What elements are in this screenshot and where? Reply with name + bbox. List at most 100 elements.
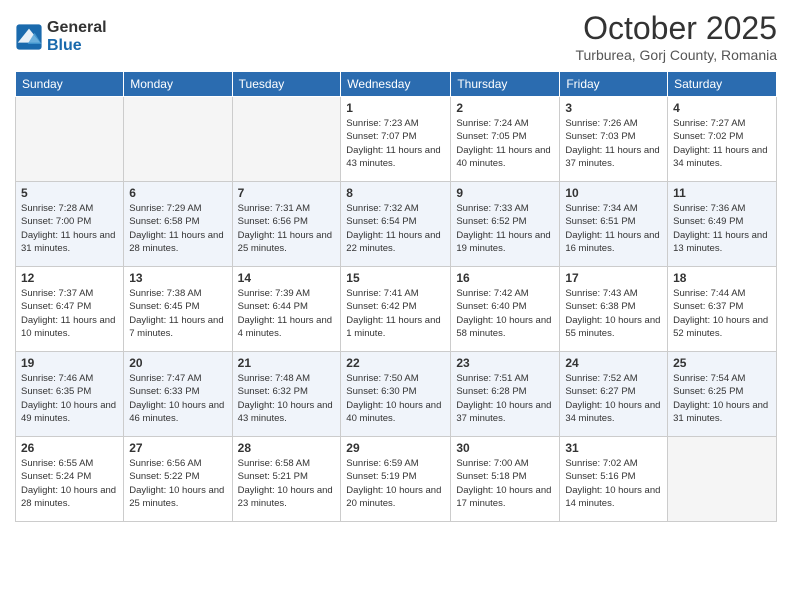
calendar-cell: 16 Sunrise: 7:42 AM Sunset: 6:40 PM Dayli… bbox=[451, 267, 560, 352]
calendar-cell: 8 Sunrise: 7:32 AM Sunset: 6:54 PM Daylig… bbox=[341, 182, 451, 267]
day-info: Sunrise: 7:33 AM Sunset: 6:52 PM Dayligh… bbox=[456, 202, 554, 255]
day-number: 18 bbox=[673, 271, 771, 285]
calendar-cell: 2Sunrise: 7:24 AM Sunset: 7:05 PM Daylig… bbox=[451, 97, 560, 182]
day-number: 21 bbox=[238, 356, 336, 370]
calendar-cell: 24 Sunrise: 7:52 AM Sunset: 6:27 PM Dayli… bbox=[560, 352, 668, 437]
day-info: Sunrise: 6:56 AM Sunset: 5:22 PM Dayligh… bbox=[129, 457, 226, 510]
day-number: 7 bbox=[238, 186, 336, 200]
day-info: Sunrise: 7:36 AM Sunset: 6:49 PM Dayligh… bbox=[673, 202, 771, 255]
day-number: 22 bbox=[346, 356, 445, 370]
calendar-cell: 21 Sunrise: 7:48 AM Sunset: 6:32 PM Dayli… bbox=[232, 352, 341, 437]
calendar-cell: 7 Sunrise: 7:31 AM Sunset: 6:56 PM Daylig… bbox=[232, 182, 341, 267]
calendar-cell bbox=[232, 97, 341, 182]
day-number: 30 bbox=[456, 441, 554, 455]
logo-general: General bbox=[47, 19, 107, 37]
day-info: Sunrise: 7:48 AM Sunset: 6:32 PM Dayligh… bbox=[238, 372, 336, 425]
day-info: Sunrise: 7:42 AM Sunset: 6:40 PM Dayligh… bbox=[456, 287, 554, 340]
calendar-cell: 11 Sunrise: 7:36 AM Sunset: 6:49 PM Dayli… bbox=[668, 182, 777, 267]
day-info: Sunrise: 7:41 AM Sunset: 6:42 PM Dayligh… bbox=[346, 287, 445, 340]
calendar-cell: 14Sunrise: 7:39 AM Sunset: 6:44 PM Dayli… bbox=[232, 267, 341, 352]
day-number: 24 bbox=[565, 356, 662, 370]
calendar-cell: 17 Sunrise: 7:43 AM Sunset: 6:38 PM Dayli… bbox=[560, 267, 668, 352]
calendar-cell: 13 Sunrise: 7:38 AM Sunset: 6:45 PM Dayli… bbox=[124, 267, 232, 352]
day-number: 31 bbox=[565, 441, 662, 455]
weekday-header-friday: Friday bbox=[560, 72, 668, 97]
calendar-cell: 26 Sunrise: 6:55 AM Sunset: 5:24 PM Dayli… bbox=[16, 437, 124, 522]
calendar-cell bbox=[124, 97, 232, 182]
day-info: Sunrise: 7:02 AM Sunset: 5:16 PM Dayligh… bbox=[565, 457, 662, 510]
day-info: Sunrise: 7:34 AM Sunset: 6:51 PM Dayligh… bbox=[565, 202, 662, 255]
day-info: Sunrise: 7:31 AM Sunset: 6:56 PM Dayligh… bbox=[238, 202, 336, 255]
logo-blue: Blue bbox=[47, 37, 107, 55]
month-title: October 2025 bbox=[575, 10, 777, 47]
calendar-cell: 4Sunrise: 7:27 AM Sunset: 7:02 PM Daylig… bbox=[668, 97, 777, 182]
day-info: Sunrise: 7:32 AM Sunset: 6:54 PM Dayligh… bbox=[346, 202, 445, 255]
calendar-cell: 1 Sunrise: 7:23 AM Sunset: 7:07 PM Daylig… bbox=[341, 97, 451, 182]
calendar-cell: 22 Sunrise: 7:50 AM Sunset: 6:30 PM Dayli… bbox=[341, 352, 451, 437]
calendar-cell: 27 Sunrise: 6:56 AM Sunset: 5:22 PM Dayli… bbox=[124, 437, 232, 522]
day-number: 26 bbox=[21, 441, 118, 455]
weekday-header-tuesday: Tuesday bbox=[232, 72, 341, 97]
day-info: Sunrise: 6:55 AM Sunset: 5:24 PM Dayligh… bbox=[21, 457, 118, 510]
day-number: 5 bbox=[21, 186, 118, 200]
day-number: 14 bbox=[238, 271, 336, 285]
weekday-header-saturday: Saturday bbox=[668, 72, 777, 97]
calendar-cell: 15 Sunrise: 7:41 AM Sunset: 6:42 PM Dayli… bbox=[341, 267, 451, 352]
weekday-header-thursday: Thursday bbox=[451, 72, 560, 97]
weekday-header-wednesday: Wednesday bbox=[341, 72, 451, 97]
weekday-header-monday: Monday bbox=[124, 72, 232, 97]
day-info: Sunrise: 7:52 AM Sunset: 6:27 PM Dayligh… bbox=[565, 372, 662, 425]
day-info: Sunrise: 7:23 AM Sunset: 7:07 PM Dayligh… bbox=[346, 117, 445, 170]
calendar-cell: 20 Sunrise: 7:47 AM Sunset: 6:33 PM Dayli… bbox=[124, 352, 232, 437]
day-info: Sunrise: 7:24 AM Sunset: 7:05 PM Dayligh… bbox=[456, 117, 554, 170]
day-number: 6 bbox=[129, 186, 226, 200]
calendar: SundayMondayTuesdayWednesdayThursdayFrid… bbox=[15, 71, 777, 522]
calendar-cell: 19 Sunrise: 7:46 AM Sunset: 6:35 PM Dayli… bbox=[16, 352, 124, 437]
calendar-cell bbox=[668, 437, 777, 522]
calendar-cell: 9 Sunrise: 7:33 AM Sunset: 6:52 PM Daylig… bbox=[451, 182, 560, 267]
day-info: Sunrise: 7:28 AM Sunset: 7:00 PM Dayligh… bbox=[21, 202, 118, 255]
day-info: Sunrise: 7:27 AM Sunset: 7:02 PM Dayligh… bbox=[673, 117, 771, 170]
calendar-cell: 31 Sunrise: 7:02 AM Sunset: 5:16 PM Dayli… bbox=[560, 437, 668, 522]
calendar-cell: 23 Sunrise: 7:51 AM Sunset: 6:28 PM Dayli… bbox=[451, 352, 560, 437]
calendar-cell: 12 Sunrise: 7:37 AM Sunset: 6:47 PM Dayli… bbox=[16, 267, 124, 352]
day-info: Sunrise: 7:51 AM Sunset: 6:28 PM Dayligh… bbox=[456, 372, 554, 425]
calendar-cell bbox=[16, 97, 124, 182]
day-number: 9 bbox=[456, 186, 554, 200]
logo: General Blue bbox=[15, 19, 107, 54]
calendar-cell: 25Sunrise: 7:54 AM Sunset: 6:25 PM Dayli… bbox=[668, 352, 777, 437]
day-number: 17 bbox=[565, 271, 662, 285]
day-info: Sunrise: 7:26 AM Sunset: 7:03 PM Dayligh… bbox=[565, 117, 662, 170]
day-number: 11 bbox=[673, 186, 771, 200]
day-info: Sunrise: 7:00 AM Sunset: 5:18 PM Dayligh… bbox=[456, 457, 554, 510]
calendar-cell: 29Sunrise: 6:59 AM Sunset: 5:19 PM Dayli… bbox=[341, 437, 451, 522]
day-number: 27 bbox=[129, 441, 226, 455]
day-number: 12 bbox=[21, 271, 118, 285]
day-number: 20 bbox=[129, 356, 226, 370]
title-section: October 2025 Turburea, Gorj County, Roma… bbox=[575, 10, 777, 63]
location: Turburea, Gorj County, Romania bbox=[575, 47, 777, 63]
day-info: Sunrise: 7:43 AM Sunset: 6:38 PM Dayligh… bbox=[565, 287, 662, 340]
weekday-header-sunday: Sunday bbox=[16, 72, 124, 97]
day-number: 8 bbox=[346, 186, 445, 200]
day-number: 3 bbox=[565, 101, 662, 115]
day-number: 13 bbox=[129, 271, 226, 285]
calendar-cell: 28Sunrise: 6:58 AM Sunset: 5:21 PM Dayli… bbox=[232, 437, 341, 522]
day-number: 1 bbox=[346, 101, 445, 115]
day-number: 23 bbox=[456, 356, 554, 370]
day-info: Sunrise: 7:38 AM Sunset: 6:45 PM Dayligh… bbox=[129, 287, 226, 340]
calendar-cell: 6Sunrise: 7:29 AM Sunset: 6:58 PM Daylig… bbox=[124, 182, 232, 267]
calendar-cell: 3 Sunrise: 7:26 AM Sunset: 7:03 PM Daylig… bbox=[560, 97, 668, 182]
day-number: 15 bbox=[346, 271, 445, 285]
day-info: Sunrise: 7:37 AM Sunset: 6:47 PM Dayligh… bbox=[21, 287, 118, 340]
calendar-cell: 5 Sunrise: 7:28 AM Sunset: 7:00 PM Daylig… bbox=[16, 182, 124, 267]
day-info: Sunrise: 7:47 AM Sunset: 6:33 PM Dayligh… bbox=[129, 372, 226, 425]
calendar-cell: 18Sunrise: 7:44 AM Sunset: 6:37 PM Dayli… bbox=[668, 267, 777, 352]
calendar-cell: 10Sunrise: 7:34 AM Sunset: 6:51 PM Dayli… bbox=[560, 182, 668, 267]
day-info: Sunrise: 7:50 AM Sunset: 6:30 PM Dayligh… bbox=[346, 372, 445, 425]
day-number: 16 bbox=[456, 271, 554, 285]
day-info: Sunrise: 7:46 AM Sunset: 6:35 PM Dayligh… bbox=[21, 372, 118, 425]
day-number: 19 bbox=[21, 356, 118, 370]
calendar-cell: 30 Sunrise: 7:00 AM Sunset: 5:18 PM Dayli… bbox=[451, 437, 560, 522]
day-number: 25 bbox=[673, 356, 771, 370]
